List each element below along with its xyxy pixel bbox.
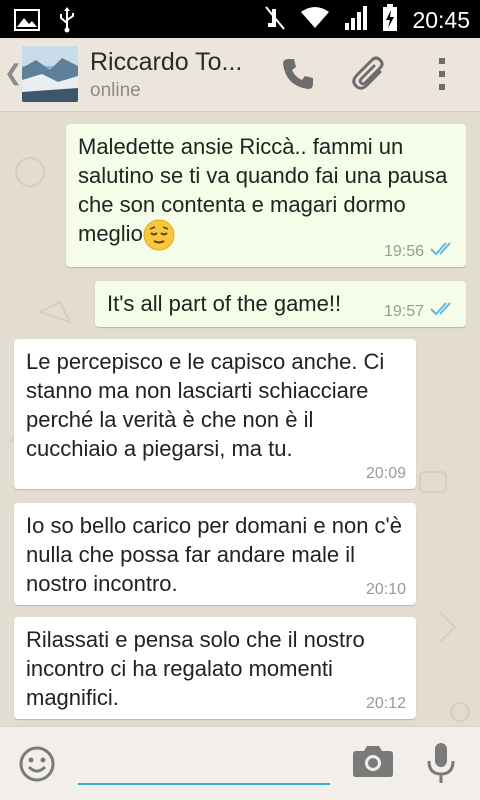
relieved-face-emoji (143, 219, 175, 251)
message-bubble-outgoing[interactable]: Maledette ansie Riccà.. fammi un salutin… (66, 124, 466, 267)
clock: 20:45 (412, 7, 470, 33)
emoji-picker-icon[interactable] (18, 745, 56, 787)
composer-bar (0, 726, 480, 800)
message-text: Maledette ansie Riccà.. fammi un salutin… (78, 132, 456, 251)
contact-status: online (90, 80, 141, 101)
message-time: 19:57 (383, 302, 424, 320)
message-meta: 19:56 (384, 242, 456, 261)
message-bubble-incoming[interactable]: Rilassati e pensa solo che il nostro inc… (14, 617, 416, 719)
read-ticks-icon (430, 242, 456, 261)
mute-icon (264, 5, 286, 35)
overflow-menu-icon[interactable] (422, 52, 462, 96)
signal-icon (344, 5, 368, 35)
chat-header: ❮ Riccardo To... online (0, 38, 480, 112)
image-icon (14, 9, 40, 35)
message-meta: 20:12 (366, 695, 406, 713)
message-list[interactable]: Maledette ansie Riccà.. fammi un salutin… (0, 112, 480, 726)
battery-charging-icon (382, 4, 398, 36)
message-bubble-outgoing[interactable]: It's all part of the game!! 19:57 (95, 281, 466, 327)
status-bar: 20:45 (0, 0, 480, 38)
wifi-icon (300, 6, 330, 34)
message-bubble-incoming[interactable]: Io so bello carico per domani e non c'è … (14, 503, 416, 605)
read-ticks-icon (430, 302, 456, 321)
message-meta: 19:57 (384, 302, 456, 321)
contact-name[interactable]: Riccardo To... (90, 48, 260, 77)
message-meta: 20:09 (366, 465, 406, 483)
phone-icon[interactable] (276, 52, 320, 96)
attach-icon[interactable] (348, 52, 392, 96)
message-text: Io so bello carico per domani e non c'è … (26, 513, 402, 596)
message-text: Le percepisco e le capisco anche. Ci sta… (26, 349, 385, 461)
message-input[interactable] (78, 741, 330, 785)
microphone-icon[interactable] (426, 741, 456, 789)
message-time: 20:09 (365, 465, 406, 482)
message-bubble-incoming[interactable]: Le percepisco e le capisco anche. Ci sta… (14, 339, 416, 489)
message-meta: 20:10 (366, 581, 406, 599)
message-text: Rilassati e pensa solo che il nostro inc… (26, 627, 365, 710)
usb-icon (58, 7, 76, 37)
message-time: 20:12 (365, 695, 406, 712)
back-button[interactable]: ❮ (4, 62, 22, 86)
message-time: 19:56 (383, 242, 424, 260)
avatar[interactable] (22, 46, 78, 102)
camera-icon[interactable] (352, 743, 394, 783)
message-time: 20:10 (365, 581, 406, 598)
